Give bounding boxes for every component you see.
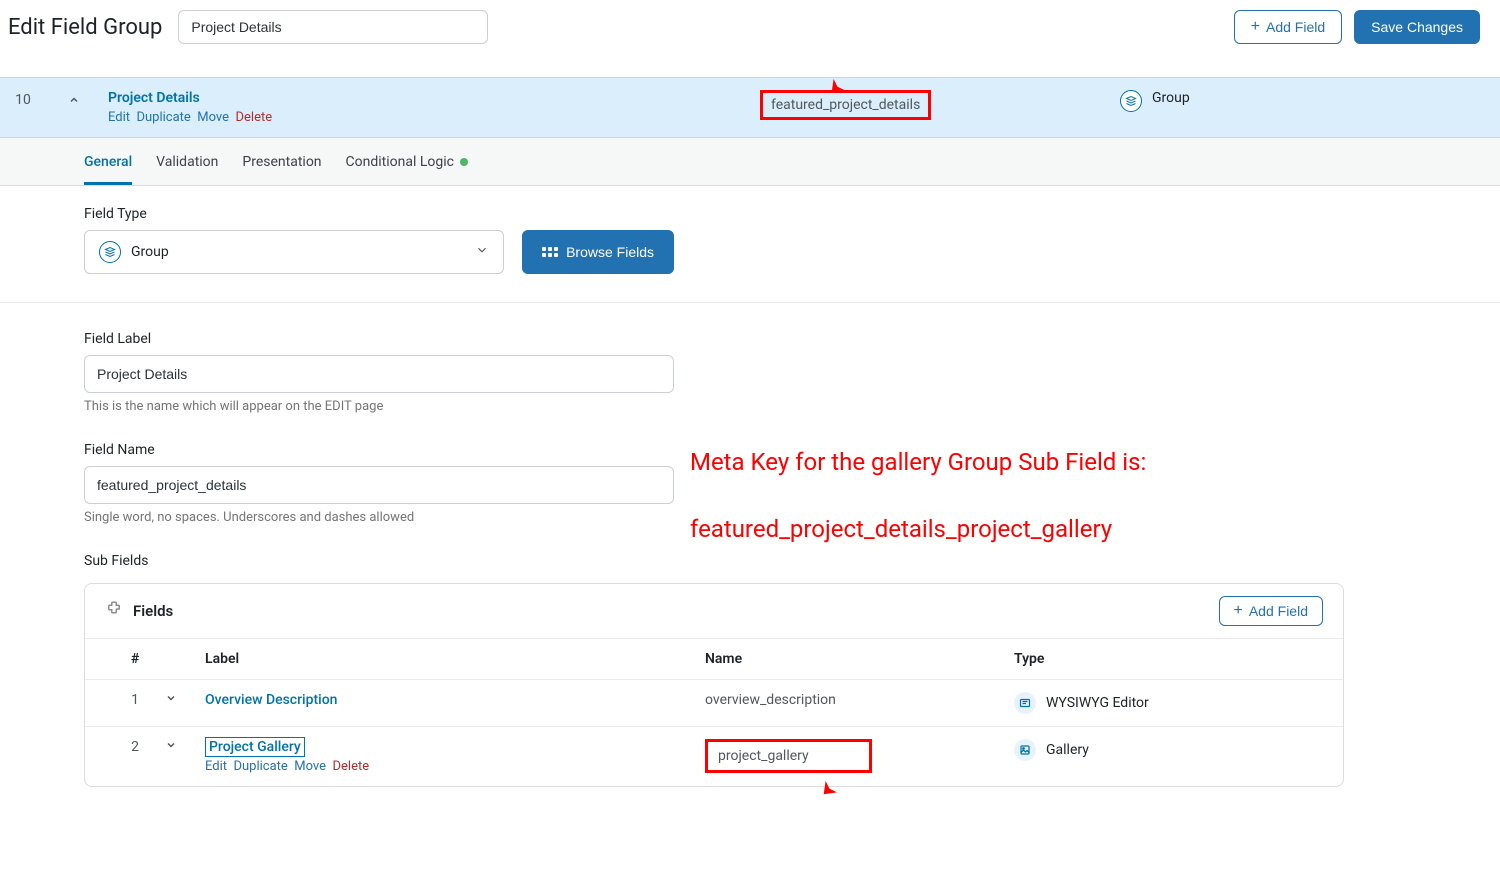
field-type-select[interactable]: Group — [84, 230, 504, 274]
row-actions: Edit Duplicate Move Delete — [108, 110, 760, 125]
plus-icon: + — [1234, 603, 1243, 619]
row-action-edit[interactable]: Edit — [108, 110, 130, 125]
sub-row-toggle[interactable] — [165, 739, 205, 755]
add-field-button[interactable]: + Add Field — [1234, 10, 1343, 44]
status-dot-icon — [460, 158, 468, 166]
annotation-text: Meta Key for the gallery Group Sub Field… — [690, 412, 1146, 546]
tab-validation[interactable]: Validation — [156, 140, 218, 185]
sub-action-edit[interactable]: Edit — [205, 759, 227, 774]
fields-icon — [105, 600, 123, 622]
grid-icon — [542, 247, 558, 257]
meta-key-highlight: featured_project_details — [760, 90, 931, 120]
sub-field-row[interactable]: 2 Project Gallery Edit Duplicate Move De… — [85, 726, 1343, 786]
tab-conditional-logic[interactable]: Conditional Logic — [346, 140, 468, 185]
col-name: Name — [705, 651, 1014, 667]
sub-row-type: WYSIWYG Editor — [1014, 692, 1323, 714]
group-icon — [99, 241, 121, 263]
sub-row-name-highlight: project_gallery — [705, 739, 872, 773]
col-num: # — [105, 651, 165, 667]
field-type-selected: Group — [131, 244, 169, 260]
annotation-line-2: featured_project_details_project_gallery — [690, 515, 1112, 543]
sub-row-type-label: Gallery — [1046, 742, 1089, 758]
col-label: Label — [205, 651, 705, 667]
field-name-input[interactable] — [84, 466, 674, 504]
row-action-duplicate[interactable]: Duplicate — [136, 110, 190, 125]
plus-icon: + — [1251, 19, 1260, 35]
top-header: Edit Field Group + Add Field Save Change… — [0, 0, 1500, 55]
field-name-help: Single word, no spaces. Underscores and … — [84, 510, 674, 525]
chevron-down-icon — [475, 243, 489, 261]
col-type: Type — [1014, 651, 1323, 667]
tabs: General Validation Presentation Conditio… — [0, 138, 1500, 186]
page-title: Edit Field Group — [8, 15, 162, 40]
sub-row-toggle[interactable] — [165, 692, 205, 708]
field-row-project-details[interactable]: 10 Project Details Edit Duplicate Move D… — [0, 77, 1500, 138]
chevron-up-icon — [68, 94, 80, 106]
tab-general[interactable]: General — [84, 140, 132, 185]
divider — [0, 302, 1500, 303]
row-order: 10 — [8, 90, 38, 108]
sub-action-delete[interactable]: Delete — [333, 759, 370, 774]
tab-presentation[interactable]: Presentation — [242, 140, 321, 185]
sub-action-move[interactable]: Move — [294, 759, 326, 774]
chevron-down-icon — [165, 692, 177, 704]
sub-fields-header: # Label Name Type — [85, 638, 1343, 679]
row-action-delete[interactable]: Delete — [236, 110, 273, 125]
browse-fields-button[interactable]: Browse Fields — [522, 230, 674, 274]
tab-conditional-label: Conditional Logic — [346, 154, 454, 170]
sub-row-num: 2 — [105, 739, 165, 755]
wysiwyg-icon — [1014, 692, 1036, 714]
sub-row-num: 1 — [105, 692, 165, 708]
row-type-label: Group — [1152, 90, 1190, 106]
browse-fields-label: Browse Fields — [566, 244, 654, 260]
field-label-help: This is the name which will appear on th… — [84, 399, 674, 414]
sub-row-type-label: WYSIWYG Editor — [1046, 695, 1149, 711]
gallery-icon — [1014, 739, 1036, 761]
annotation-line-1: Meta Key for the gallery Group Sub Field… — [690, 448, 1146, 476]
chevron-down-icon — [165, 739, 177, 751]
sub-row-label[interactable]: Overview Description — [205, 692, 337, 708]
save-changes-button[interactable]: Save Changes — [1354, 10, 1480, 44]
collapse-toggle[interactable] — [68, 90, 108, 110]
sub-row-name: overview_description — [705, 692, 1014, 708]
sub-row-type: Gallery — [1014, 739, 1323, 761]
sub-fields-box: Fields + Add Field # Label Name Type 1 O… — [84, 583, 1344, 787]
sub-field-row[interactable]: 1 Overview Description overview_descript… — [85, 679, 1343, 726]
sub-fields-title: Fields — [133, 602, 173, 620]
field-label-label: Field Label — [84, 331, 674, 347]
sub-add-field-label: Add Field — [1249, 603, 1308, 619]
sub-row-label[interactable]: Project Gallery — [205, 737, 305, 757]
field-label-input[interactable] — [84, 355, 674, 393]
sub-fields-label: Sub Fields — [84, 553, 1480, 569]
sub-add-field-button[interactable]: + Add Field — [1219, 596, 1324, 626]
row-title[interactable]: Project Details — [108, 90, 760, 106]
sub-row-actions: Edit Duplicate Move Delete — [205, 759, 705, 774]
group-icon — [1120, 90, 1142, 112]
row-action-move[interactable]: Move — [197, 110, 229, 125]
field-name-label: Field Name — [84, 442, 674, 458]
field-type-label: Field Type — [84, 206, 674, 222]
add-field-label: Add Field — [1266, 19, 1325, 35]
sub-action-duplicate[interactable]: Duplicate — [233, 759, 287, 774]
group-name-input[interactable] — [178, 10, 488, 44]
row-type: Group — [1120, 90, 1480, 112]
